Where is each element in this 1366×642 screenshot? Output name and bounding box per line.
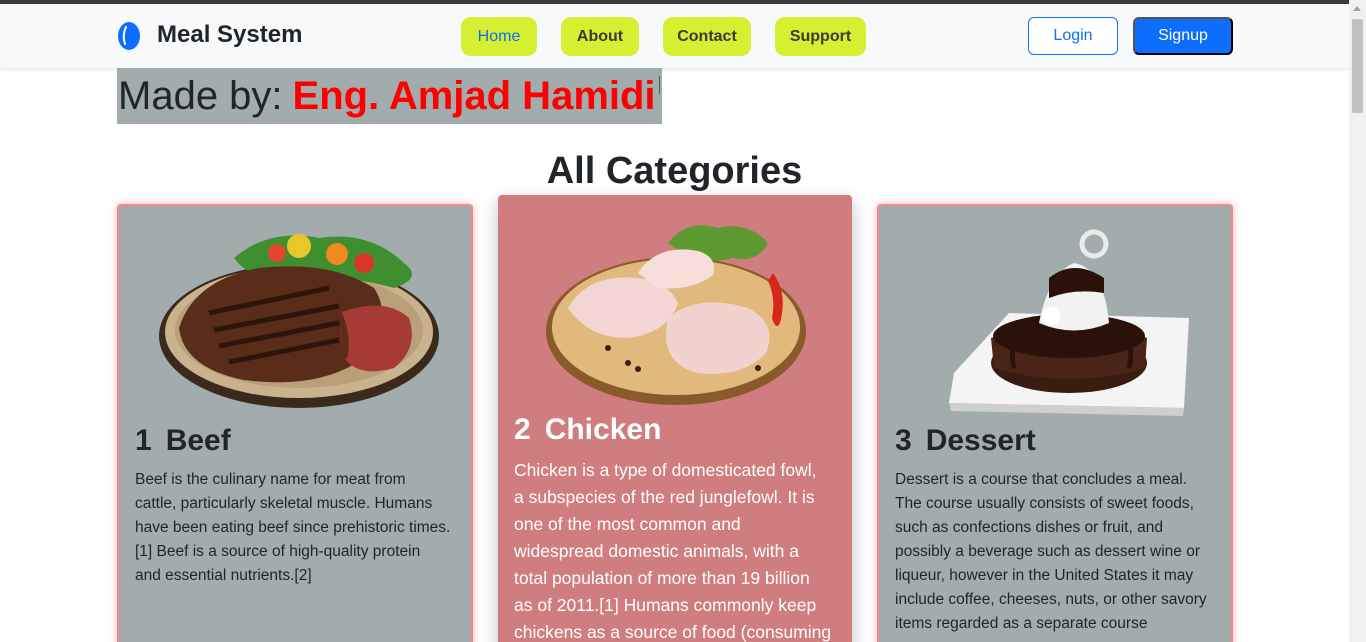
card-number: 1 xyxy=(135,424,152,457)
description-line: The course usually consists of sweet foo… xyxy=(895,495,1194,512)
nav-contact-link[interactable]: Contact xyxy=(663,17,751,56)
credit-author-name: Eng. Amjad Hamidi xyxy=(292,73,656,118)
card-name: Dessert xyxy=(925,424,1036,457)
beef-image xyxy=(159,234,439,408)
description-line: Chicken is a type of domesticated fowl, xyxy=(514,460,817,480)
chicken-image xyxy=(546,225,806,405)
card-description: Beef is the culinary name for meat from … xyxy=(135,468,450,588)
scrollbar-thumb[interactable] xyxy=(1352,19,1363,113)
author-credit: Made by: Eng. Amjad Hamidi xyxy=(117,68,662,124)
nav-about-link[interactable]: About xyxy=(561,17,639,56)
description-line: a subspecies of the red junglefowl. It i… xyxy=(514,487,815,507)
card-title: 1 Beef xyxy=(135,424,231,458)
nav-home-link[interactable]: Home xyxy=(461,17,537,56)
dessert-image xyxy=(949,229,1189,416)
card-description: Chicken is a type of domesticated fowl, … xyxy=(514,457,839,642)
nav-links: Home About Contact Support xyxy=(461,17,890,56)
description-line: Beef is the culinary name for meat from xyxy=(135,471,406,488)
description-line: items regarded as a separate course xyxy=(895,615,1148,632)
card-title: 3 Dessert xyxy=(895,424,1036,458)
brand-logo-icon xyxy=(118,22,140,50)
section-title: All Categories xyxy=(546,150,803,192)
description-line: total population of more than 19 billion xyxy=(514,568,810,588)
vertical-scrollbar[interactable] xyxy=(1349,0,1366,642)
category-card-beef[interactable]: 1 Beef Beef is the culinary name for meat… xyxy=(117,204,473,642)
description-line: [1] Beef is a source of high-quality pro… xyxy=(135,543,421,560)
card-title: 2 Chicken xyxy=(514,413,661,447)
description-line: liqueur, however in the United States it… xyxy=(895,567,1194,584)
credit-label: Made by: xyxy=(118,73,283,118)
description-line: have been eating beef since prehistoric … xyxy=(135,519,451,536)
brand[interactable]: Meal System xyxy=(117,19,302,51)
scroll-up-arrow-icon[interactable] xyxy=(1353,6,1361,11)
card-description: Dessert is a course that concludes a mea… xyxy=(895,468,1207,636)
description-line: such as confections dishes or fruit, and xyxy=(895,519,1163,536)
login-button[interactable]: Login xyxy=(1028,17,1118,55)
text-cursor xyxy=(659,76,660,94)
description-line: as of 2011.[1] Humans commonly keep xyxy=(514,595,817,615)
description-line: one of the most common and xyxy=(514,514,741,534)
signup-button[interactable]: Signup xyxy=(1133,17,1233,55)
card-number: 2 xyxy=(514,413,531,446)
nav-support-link[interactable]: Support xyxy=(775,17,866,56)
description-line: Dessert is a course that concludes a mea… xyxy=(895,471,1188,488)
brand-name: Meal System xyxy=(157,21,303,48)
category-card-dessert[interactable]: 3 Dessert Dessert is a course that conclu… xyxy=(877,204,1233,642)
description-line: possibly a beverage such as dessert wine… xyxy=(895,543,1200,560)
auth-buttons: Login Signup xyxy=(1028,17,1233,55)
description-line: include coffee, cheeses, nuts, or other … xyxy=(895,591,1207,608)
description-line: widespread domestic animals, with a xyxy=(514,541,799,561)
category-card-chicken[interactable]: 2 Chicken Chicken is a type of domesticat… xyxy=(498,195,852,642)
description-line: chickens as a source of food (consuming xyxy=(514,622,832,642)
description-line: cattle, particularly skeletal muscle. Hu… xyxy=(135,495,433,512)
card-name: Chicken xyxy=(544,413,662,446)
card-name: Beef xyxy=(165,424,231,457)
description-line: and essential nutrients.[2] xyxy=(135,567,312,584)
card-number: 3 xyxy=(895,424,912,457)
navbar: Meal System Home About Contact Support L… xyxy=(0,4,1349,69)
